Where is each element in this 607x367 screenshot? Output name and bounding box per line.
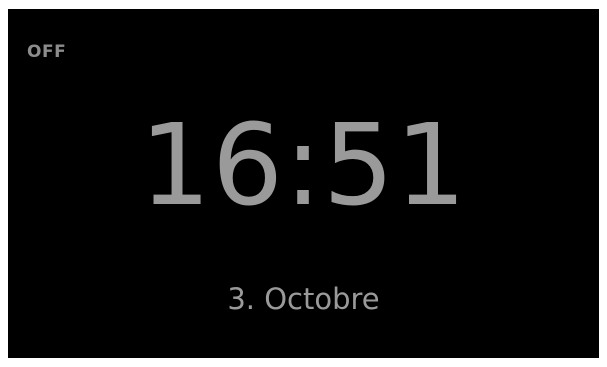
clock-screen: OFF 16:51 3. Octobre — [8, 9, 599, 358]
device-frame: OFF 16:51 3. Octobre — [0, 0, 607, 367]
status-label: OFF — [27, 42, 67, 62]
clock-date: 3. Octobre — [227, 282, 380, 316]
clock-time: 16:51 — [139, 101, 468, 231]
